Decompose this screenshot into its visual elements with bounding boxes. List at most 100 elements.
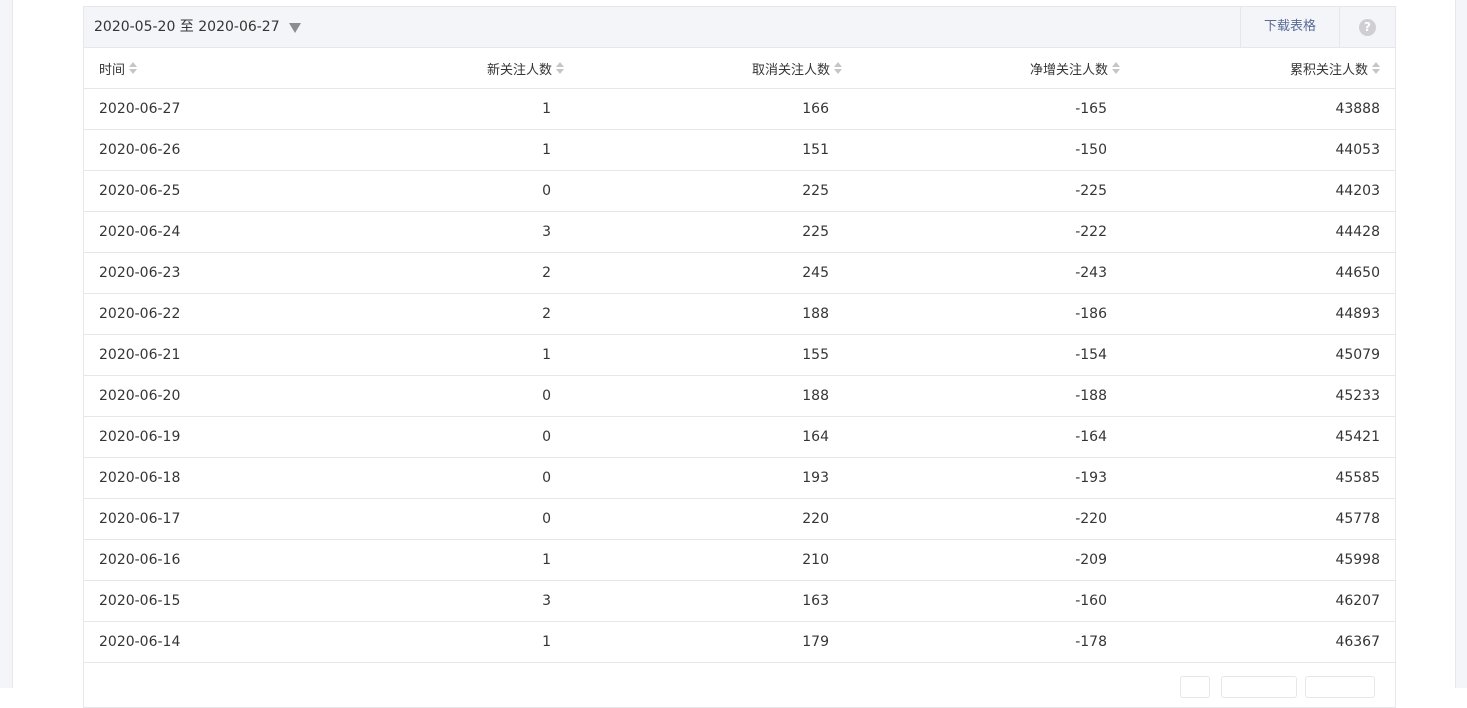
cell-net-followers: -178 — [843, 621, 1121, 663]
cell-total-followers: 44650 — [1121, 252, 1395, 294]
cell-new-followers: 0 — [339, 170, 565, 212]
table-row: 2020-06-23 2 245 -243 44650 — [84, 252, 1395, 294]
pagination-page-button[interactable] — [1180, 676, 1210, 698]
table-row: 2020-06-24 3 225 -222 44428 — [84, 211, 1395, 253]
column-header-net-followers[interactable]: 净增关注人数 — [843, 48, 1121, 89]
cell-total-followers: 44203 — [1121, 170, 1395, 212]
cell-date: 2020-06-19 — [84, 416, 339, 458]
table-toolbar: 2020-05-20 至 2020-06-27 下载表格 ? — [84, 7, 1395, 48]
table-body: 2020-06-27 1 166 -165 43888 2020-06-26 1 151 -15… — [84, 88, 1395, 663]
column-header-label: 累积关注人数 — [1289, 62, 1368, 78]
cell-new-followers: 0 — [339, 375, 565, 417]
table-row: 2020-06-27 1 166 -165 43888 — [84, 88, 1395, 130]
cell-total-followers: 45233 — [1121, 375, 1395, 417]
cell-total-followers: 45585 — [1121, 457, 1395, 499]
column-header-label: 取消关注人数 — [751, 62, 830, 78]
cell-new-followers: 2 — [339, 293, 565, 335]
sort-icon — [834, 62, 842, 74]
cell-net-followers: -209 — [843, 539, 1121, 581]
cell-net-followers: -150 — [843, 129, 1121, 171]
column-header-new-followers[interactable]: 新关注人数 — [339, 48, 565, 89]
cell-date: 2020-06-27 — [84, 88, 339, 130]
cell-total-followers: 46207 — [1121, 580, 1395, 622]
column-header-unfollows[interactable]: 取消关注人数 — [565, 48, 843, 89]
table-row: 2020-06-18 0 193 -193 45585 — [84, 457, 1395, 499]
cell-net-followers: -225 — [843, 170, 1121, 212]
cell-total-followers: 45998 — [1121, 539, 1395, 581]
table-header-row: 时间 新关注人数 取消关注人数 净增关注人数 累积关注人数 — [84, 48, 1395, 89]
cell-date: 2020-06-14 — [84, 621, 339, 663]
cell-date: 2020-06-23 — [84, 252, 339, 294]
cell-new-followers: 0 — [339, 457, 565, 499]
cell-unfollows: 179 — [565, 621, 843, 663]
cell-unfollows: 225 — [565, 211, 843, 253]
pagination-page-input[interactable] — [1221, 676, 1297, 698]
cell-net-followers: -160 — [843, 580, 1121, 622]
table-row: 2020-06-26 1 151 -150 44053 — [84, 129, 1395, 171]
column-header-label: 新关注人数 — [486, 62, 552, 78]
cell-date: 2020-06-16 — [84, 539, 339, 581]
question-circle-icon[interactable]: ? — [1359, 19, 1376, 36]
cell-new-followers: 1 — [339, 334, 565, 376]
cell-date: 2020-06-25 — [84, 170, 339, 212]
date-range-selector[interactable]: 2020-05-20 至 2020-06-27 — [94, 7, 301, 47]
cell-new-followers: 3 — [339, 580, 565, 622]
cell-total-followers: 44053 — [1121, 129, 1395, 171]
cell-new-followers: 0 — [339, 416, 565, 458]
cell-net-followers: -188 — [843, 375, 1121, 417]
cell-net-followers: -154 — [843, 334, 1121, 376]
cell-date: 2020-06-17 — [84, 498, 339, 540]
column-header-label: 时间 — [99, 62, 126, 78]
cell-total-followers: 43888 — [1121, 88, 1395, 130]
cell-new-followers: 2 — [339, 252, 565, 294]
date-range-label: 2020-05-20 至 2020-06-27 — [94, 19, 280, 35]
cell-unfollows: 188 — [565, 293, 843, 335]
table-row: 2020-06-16 1 210 -209 45998 — [84, 539, 1395, 581]
cell-date: 2020-06-20 — [84, 375, 339, 417]
sort-icon — [1372, 62, 1380, 74]
left-page-gutter — [0, 0, 13, 688]
cell-new-followers: 1 — [339, 621, 565, 663]
cell-total-followers: 44428 — [1121, 211, 1395, 253]
table-row: 2020-06-20 0 188 -188 45233 — [84, 375, 1395, 417]
cell-date: 2020-06-15 — [84, 580, 339, 622]
cell-date: 2020-06-18 — [84, 457, 339, 499]
right-page-gutter — [1455, 0, 1467, 688]
sort-icon — [129, 62, 138, 74]
column-header-time[interactable]: 时间 — [84, 48, 339, 89]
cell-net-followers: -186 — [843, 293, 1121, 335]
cell-total-followers: 44893 — [1121, 293, 1395, 335]
cell-date: 2020-06-26 — [84, 129, 339, 171]
pagination-jump-button[interactable] — [1305, 676, 1375, 698]
follower-stats-table: 时间 新关注人数 取消关注人数 净增关注人数 累积关注人数 2020-06-27… — [84, 48, 1395, 663]
cell-net-followers: -164 — [843, 416, 1121, 458]
download-table-button[interactable]: 下载表格 — [1240, 7, 1340, 47]
table-row: 2020-06-22 2 188 -186 44893 — [84, 293, 1395, 335]
table-row: 2020-06-21 1 155 -154 45079 — [84, 334, 1395, 376]
sort-icon — [556, 62, 564, 74]
cell-unfollows: 164 — [565, 416, 843, 458]
cell-unfollows: 151 — [565, 129, 843, 171]
column-header-total-followers[interactable]: 累积关注人数 — [1121, 48, 1395, 89]
caret-down-icon — [288, 22, 301, 33]
cell-new-followers: 3 — [339, 211, 565, 253]
follower-stats-panel: 2020-05-20 至 2020-06-27 下载表格 ? 时间 新关注人数 — [83, 6, 1396, 708]
cell-new-followers: 0 — [339, 498, 565, 540]
cell-unfollows: 225 — [565, 170, 843, 212]
cell-new-followers: 1 — [339, 129, 565, 171]
table-row: 2020-06-19 0 164 -164 45421 — [84, 416, 1395, 458]
cell-net-followers: -243 — [843, 252, 1121, 294]
cell-unfollows: 193 — [565, 457, 843, 499]
cell-total-followers: 45778 — [1121, 498, 1395, 540]
cell-net-followers: -193 — [843, 457, 1121, 499]
cell-unfollows: 155 — [565, 334, 843, 376]
cell-total-followers: 45079 — [1121, 334, 1395, 376]
cell-new-followers: 1 — [339, 88, 565, 130]
sort-icon — [1112, 62, 1120, 74]
cell-date: 2020-06-22 — [84, 293, 339, 335]
cell-total-followers: 46367 — [1121, 621, 1395, 663]
table-row: 2020-06-15 3 163 -160 46207 — [84, 580, 1395, 622]
cell-date: 2020-06-21 — [84, 334, 339, 376]
cell-unfollows: 210 — [565, 539, 843, 581]
cell-unfollows: 220 — [565, 498, 843, 540]
